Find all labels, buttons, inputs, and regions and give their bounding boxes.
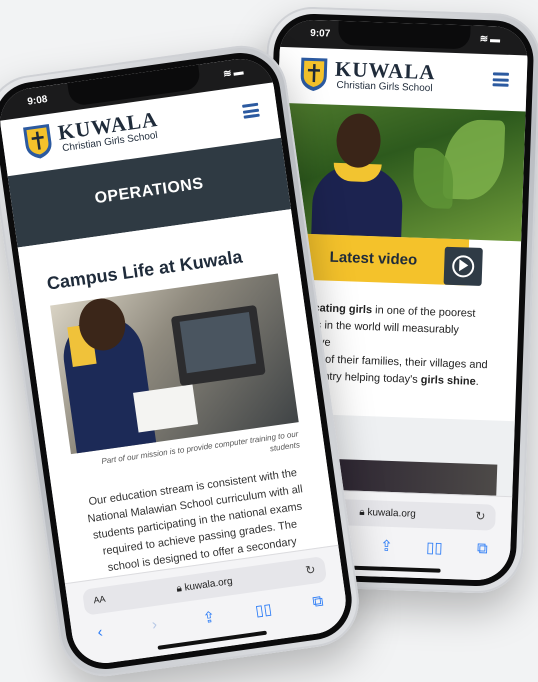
intro-line-1: in one of the poorest xyxy=(371,304,476,320)
school-crest-icon xyxy=(300,57,328,92)
intro-line-5: . xyxy=(475,375,480,388)
brand[interactable]: KUWALA Christian Girls School xyxy=(56,107,161,155)
site-header: KUWALA Christian Girls School xyxy=(277,46,528,112)
menu-icon[interactable] xyxy=(242,102,260,119)
article-photo xyxy=(50,273,299,455)
device-mockup-scene: 9:07 ≋▬ KUWALA Christian Girls School La… xyxy=(0,0,538,682)
reload-icon[interactable]: ↻ xyxy=(304,562,316,577)
school-crest-icon xyxy=(23,123,52,159)
url-text: kuwala.org xyxy=(367,507,416,520)
wifi-icon: ≋ xyxy=(479,33,491,46)
brand[interactable]: KUWALA Christian Girls School xyxy=(334,57,436,95)
share-icon[interactable]: ⇪ xyxy=(196,607,223,632)
bookmarks-icon[interactable]: ▯▯ xyxy=(250,599,277,624)
intro-bold-2: girls shine xyxy=(420,373,476,388)
reload-icon[interactable]: ↻ xyxy=(475,509,486,523)
back-icon[interactable]: ‹ xyxy=(87,622,114,647)
forward-icon[interactable]: › xyxy=(141,615,168,640)
status-time: 9:07 xyxy=(310,27,331,40)
share-icon[interactable]: ⇪ xyxy=(374,536,399,559)
status-icons: ≋▬ xyxy=(222,66,246,80)
tabs-icon[interactable]: ⧉ xyxy=(305,592,332,617)
hero-image xyxy=(273,102,526,242)
section-title: OPERATIONS xyxy=(93,175,205,208)
url-text: kuwala.org xyxy=(183,575,234,594)
brand-subtitle: Christian Girls School xyxy=(336,79,433,95)
bookmarks-icon[interactable]: ▯▯ xyxy=(422,538,447,561)
menu-icon[interactable] xyxy=(492,72,509,87)
battery-icon: ▬ xyxy=(489,34,503,46)
battery-icon: ▬ xyxy=(232,66,247,79)
status-icons: ≋▬ xyxy=(480,34,503,46)
article: Campus Life at Kuwala Part of our missio… xyxy=(17,209,339,585)
status-time: 9:08 xyxy=(26,93,49,108)
play-icon[interactable] xyxy=(443,246,483,287)
tabs-icon[interactable]: ⧉ xyxy=(470,540,495,563)
phone-notch xyxy=(337,20,471,50)
